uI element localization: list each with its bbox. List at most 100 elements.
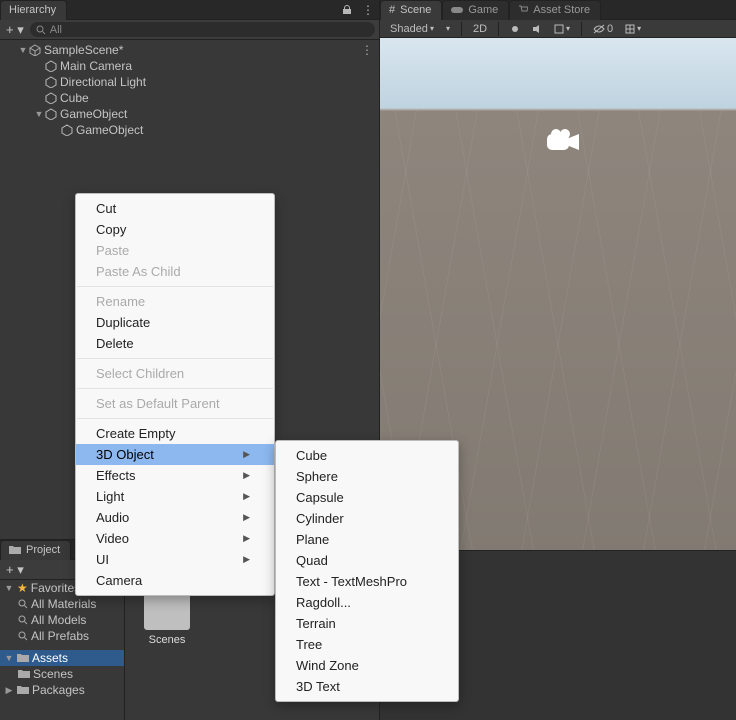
shading-dropdown[interactable]: Shaded▾: [386, 23, 438, 35]
gameobject-cube-icon: [44, 108, 58, 120]
ctx-effects[interactable]: Effects▶: [76, 465, 274, 486]
chevron-right-icon: ▶: [243, 470, 250, 481]
ctx-ui[interactable]: UI▶: [76, 549, 274, 570]
tree-item-gameobject[interactable]: ▼ GameObject: [0, 106, 379, 122]
star-icon: ★: [17, 581, 28, 595]
asset-store-tab[interactable]: Asset Store: [509, 0, 601, 20]
scene-tab-bar: # Scene Game Asset Store: [380, 0, 736, 20]
tree-item-cube[interactable]: Cube: [0, 90, 379, 106]
sub-text-tmp[interactable]: Text - TextMeshPro: [276, 571, 458, 592]
chevron-right-icon: ▶: [243, 491, 250, 502]
search-icon: [18, 599, 28, 609]
sub-plane[interactable]: Plane: [276, 529, 458, 550]
gameobject-cube-icon: [44, 92, 58, 104]
folder-icon: [18, 669, 30, 679]
sub-capsule[interactable]: Capsule: [276, 487, 458, 508]
ctx-cut[interactable]: Cut: [76, 198, 274, 219]
chevron-right-icon: ▶: [243, 512, 250, 523]
ctx-video[interactable]: Video▶: [76, 528, 274, 549]
sub-3d-text[interactable]: 3D Text: [276, 676, 458, 697]
ctx-paste: Paste: [76, 240, 274, 261]
ctx-set-default-parent: Set as Default Parent: [76, 393, 274, 414]
panel-lock-icon[interactable]: [337, 5, 357, 15]
gameobject-cube-icon: [60, 124, 74, 136]
assets-item[interactable]: Scenes: [0, 666, 124, 682]
ctx-delete[interactable]: Delete: [76, 333, 274, 354]
assets-row[interactable]: ▼ Assets: [0, 650, 124, 666]
hierarchy-tab[interactable]: Hierarchy: [0, 0, 67, 20]
folder-icon: [17, 653, 29, 663]
game-tab[interactable]: Game: [442, 0, 509, 20]
unity-scene-icon: [28, 44, 42, 56]
project-tab[interactable]: Project: [0, 540, 71, 560]
tree-item-gameobject-child[interactable]: GameObject: [0, 122, 379, 138]
lighting-toggle-icon[interactable]: [506, 24, 524, 34]
hierarchy-tab-bar: Hierarchy ⋮: [0, 0, 379, 20]
sub-cylinder[interactable]: Cylinder: [276, 508, 458, 529]
ctx-rename: Rename: [76, 291, 274, 312]
add-button[interactable]: + ▾: [4, 22, 26, 38]
ctx-paste-as-child: Paste As Child: [76, 261, 274, 282]
tree-item-main-camera[interactable]: Main Camera: [0, 58, 379, 74]
packages-row[interactable]: ▶ Packages: [0, 682, 124, 698]
search-icon: [36, 25, 46, 35]
scene-name: SampleScene*: [42, 43, 123, 57]
sub-wind-zone[interactable]: Wind Zone: [276, 655, 458, 676]
sub-sphere[interactable]: Sphere: [276, 466, 458, 487]
dropdown-icon[interactable]: ▾: [442, 24, 454, 33]
ctx-copy[interactable]: Copy: [76, 219, 274, 240]
search-icon: [18, 615, 28, 625]
audio-toggle-icon[interactable]: [528, 24, 546, 34]
scene-toolbar: Shaded▾ ▾ 2D ▾ 0 ▾: [380, 20, 736, 38]
chevron-right-icon: ▶: [243, 554, 250, 565]
sub-terrain[interactable]: Terrain: [276, 613, 458, 634]
joystick-icon: [451, 5, 463, 15]
scene-icon: #: [389, 4, 395, 16]
scene-row[interactable]: ▼ SampleScene* ⋮: [0, 42, 379, 58]
sub-ragdoll[interactable]: Ragdoll...: [276, 592, 458, 613]
sub-tree[interactable]: Tree: [276, 634, 458, 655]
hierarchy-search-input[interactable]: All: [30, 22, 375, 37]
project-tree: ▼ ★ Favorites All Materials All Models: [0, 580, 125, 720]
chevron-right-icon: ▶: [243, 449, 250, 460]
hierarchy-tab-label: Hierarchy: [9, 4, 56, 16]
folder-item-scenes[interactable]: Scenes: [137, 592, 197, 646]
ctx-select-children: Select Children: [76, 363, 274, 384]
camera-gizmo-icon[interactable]: [545, 128, 583, 156]
chevron-right-icon: ▶: [243, 533, 250, 544]
ctx-audio[interactable]: Audio▶: [76, 507, 274, 528]
scene-tab[interactable]: # Scene: [380, 0, 442, 20]
grid-toggle-icon[interactable]: ▾: [621, 24, 645, 34]
project-add-button[interactable]: + ▾: [4, 562, 26, 578]
folder-icon: [17, 685, 29, 695]
hierarchy-toolbar: + ▾ All: [0, 20, 379, 40]
folder-large-icon: [144, 592, 190, 630]
favorite-item[interactable]: All Materials: [0, 596, 124, 612]
foldout-icon[interactable]: ▼: [34, 109, 44, 119]
folder-icon: [9, 545, 21, 555]
favorite-item[interactable]: All Prefabs: [0, 628, 124, 644]
favorite-item[interactable]: All Models: [0, 612, 124, 628]
ctx-duplicate[interactable]: Duplicate: [76, 312, 274, 333]
row-menu-icon[interactable]: ⋮: [361, 43, 379, 57]
sub-quad[interactable]: Quad: [276, 550, 458, 571]
tree-item-directional-light[interactable]: Directional Light: [0, 74, 379, 90]
ctx-camera[interactable]: Camera: [76, 570, 274, 591]
search-placeholder: All: [50, 24, 62, 36]
gameobject-cube-icon: [44, 60, 58, 72]
ctx-create-empty[interactable]: Create Empty: [76, 423, 274, 444]
cart-icon: [518, 5, 528, 15]
sub-cube[interactable]: Cube: [276, 445, 458, 466]
project-tab-label: Project: [26, 544, 60, 556]
submenu-3d-object: Cube Sphere Capsule Cylinder Plane Quad …: [275, 440, 459, 702]
foldout-icon[interactable]: ▼: [18, 45, 28, 55]
scene-2d-toggle[interactable]: 2D: [469, 23, 491, 35]
hierarchy-context-menu: Cut Copy Paste Paste As Child Rename Dup…: [75, 193, 275, 596]
ctx-3d-object[interactable]: 3D Object▶: [76, 444, 274, 465]
gameobject-cube-icon: [44, 76, 58, 88]
layers-hidden-icon[interactable]: 0: [589, 23, 617, 35]
ctx-light[interactable]: Light▶: [76, 486, 274, 507]
fx-toggle-icon[interactable]: ▾: [550, 24, 574, 34]
panel-menu-icon[interactable]: ⋮: [357, 3, 379, 17]
search-icon: [18, 631, 28, 641]
